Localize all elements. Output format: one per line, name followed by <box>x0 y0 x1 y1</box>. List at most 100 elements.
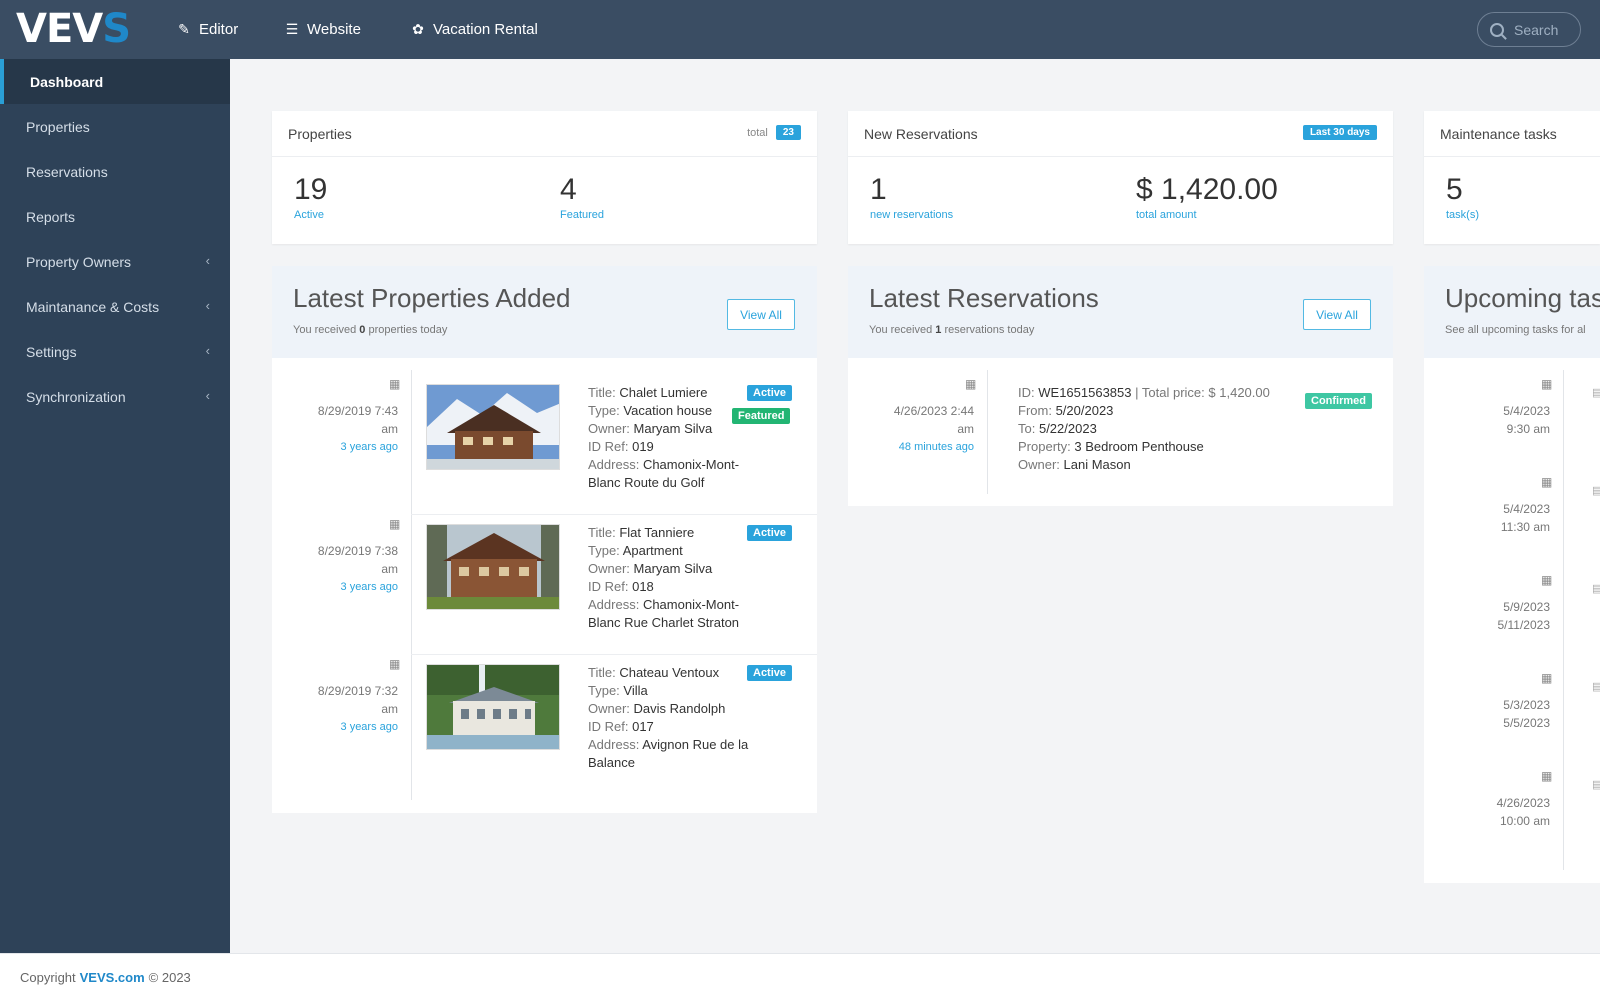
title-label: Title: <box>588 525 616 540</box>
new-reservations-stat[interactable]: 1 new reservations <box>870 173 953 221</box>
property-id: 019 <box>632 439 654 454</box>
sub-prefix: You received <box>869 324 933 336</box>
property-owner: Davis Randolph <box>633 701 726 716</box>
new-reservations-stat-card: New Reservations Last 30 days 1 new rese… <box>848 111 1393 244</box>
task-detail-icon: ▤ <box>1592 485 1600 497</box>
panel-subtitle: You received 0 properties today <box>293 324 447 336</box>
status-badge: Active <box>747 665 793 681</box>
sub-prefix: You received <box>293 324 357 336</box>
copyright-year: © 2023 <box>148 969 191 985</box>
id-label: ID: <box>1018 385 1035 400</box>
list-item[interactable]: ▦ 8/29/2019 7:43 am 3 years ago Title: C… <box>272 358 817 498</box>
total-wrap: total 23 <box>747 125 801 140</box>
list-item[interactable]: ▦ 8/29/2019 7:32 am 3 years ago Title: C… <box>272 638 817 788</box>
maintenance-stat[interactable]: 5 task(s) <box>1446 173 1479 221</box>
calendar-icon: ▦ <box>1541 475 1553 489</box>
sub-count: 0 <box>359 324 366 336</box>
property-title: Chalet Lumiere <box>619 385 708 400</box>
task-date-line2: 11:30 am <box>1500 520 1550 534</box>
property-info: Title: Flat Tanniere Type: Apartment Own… <box>588 524 739 632</box>
sidebar-item-label: Synchronization <box>26 388 126 405</box>
calendar-icon: ▦ <box>1541 573 1553 587</box>
panel-title: Latest Reservations <box>869 283 1099 313</box>
vevs-logo[interactable]: VEVS <box>16 6 131 52</box>
chevron-left-icon: ‹ <box>205 298 210 313</box>
property-id: 018 <box>632 579 654 594</box>
panel-title: Latest Properties Added <box>293 283 571 313</box>
property-type: Villa <box>623 683 648 698</box>
title-label: Title: <box>588 385 616 400</box>
status-badge: Confirmed <box>1305 393 1372 409</box>
list-item[interactable]: ▦ 5/9/2023 5/11/2023 ▤ <box>1424 554 1600 652</box>
task-date-line2: 5/5/2023 <box>1503 716 1550 730</box>
task-detail-icon: ▤ <box>1592 583 1600 595</box>
list-item[interactable]: ▦ 5/4/2023 11:30 am ▤ <box>1424 456 1600 554</box>
list-item[interactable]: ▦ 4/26/2023 10:00 am ▤ <box>1424 750 1600 848</box>
latest-reservations-list: ▦ 4/26/2023 2:44 am 48 minutes ago ID: W… <box>848 358 1393 506</box>
id-label: ID Ref: <box>588 719 629 734</box>
nav-editor[interactable]: ✎ Editor <box>176 0 238 59</box>
maintenance-stat-card: Maintenance tasks 5 task(s) <box>1424 111 1600 244</box>
task-date-line1: 5/4/2023 <box>1503 502 1550 516</box>
sub-count: 1 <box>935 324 942 336</box>
copyright-text: Copyright <box>20 969 76 985</box>
sidebar-item-label: Maintanance & Costs <box>26 298 160 315</box>
list-icon: ☰ <box>285 21 299 37</box>
property-address-line2: Balance <box>588 755 635 770</box>
sidebar-item-dashboard[interactable]: Dashboard <box>0 59 230 104</box>
tasks-count: 5 <box>1446 173 1463 206</box>
calendar-icon: ▦ <box>389 517 401 531</box>
property-thumbnail[interactable] <box>426 384 560 470</box>
property-label: Property: <box>1018 439 1071 454</box>
id-label: ID Ref: <box>588 579 629 594</box>
sidebar-item-reports[interactable]: Reports <box>0 194 230 239</box>
featured-stat[interactable]: 4 Featured <box>560 173 604 221</box>
reservation-property: 3 Bedroom Penthouse <box>1074 439 1204 454</box>
sidebar-item-label: Dashboard <box>30 73 104 90</box>
property-address-line1: Chamonix-Mont- <box>642 457 740 472</box>
time-ago: 3 years ago <box>340 721 398 733</box>
card-title: Maintenance tasks <box>1440 125 1557 142</box>
active-stat[interactable]: 19 Active <box>294 173 327 221</box>
property-thumbnail[interactable] <box>426 664 560 750</box>
list-item[interactable]: ▦ 8/29/2019 7:38 am 3 years ago Title: F… <box>272 498 817 638</box>
from-date: 5/20/2023 <box>1055 403 1114 418</box>
property-owner: Maryam Silva <box>633 421 713 436</box>
view-all-properties-button[interactable]: View All <box>727 299 795 330</box>
total-amount-stat[interactable]: $ 1,420.00 total amount <box>1136 173 1278 221</box>
task-detail-icon: ▤ <box>1592 387 1600 399</box>
list-item[interactable]: ▦ 5/4/2023 9:30 am ▤ <box>1424 358 1600 456</box>
properties-stat-card: Properties total 23 19 Active 4 Featured <box>272 111 817 244</box>
upcoming-tasks-list: ▦ 5/4/2023 9:30 am ▤ ▦ 5/4/2023 11:30 am… <box>1424 358 1600 883</box>
nav-vacation-rental[interactable]: ✿ Vacation Rental <box>410 0 538 59</box>
nav-website[interactable]: ☰ Website <box>284 0 361 59</box>
ampm: am <box>957 422 974 436</box>
pencil-icon: ✎ <box>178 21 190 37</box>
search-input[interactable]: Search <box>1477 12 1581 47</box>
list-item[interactable]: ▦ 5/3/2023 5/5/2023 ▤ <box>1424 652 1600 750</box>
task-date-line1: 5/9/2023 <box>1503 600 1550 614</box>
sidebar-item-reservations[interactable]: Reservations <box>0 149 230 194</box>
property-thumbnail[interactable] <box>426 524 560 610</box>
brand-link[interactable]: VEVS.com <box>80 970 145 985</box>
total-badge: 23 <box>775 125 801 140</box>
task-datetime: 4/26/2023 10:00 am <box>1444 794 1550 830</box>
sidebar-item-maintenance-costs[interactable]: Maintanance & Costs ‹ <box>0 284 230 329</box>
property-info: Title: Chalet Lumiere Type: Vacation hou… <box>588 384 739 492</box>
reservation-id: WE1651563853 <box>1038 385 1132 400</box>
reservations-count-label: new reservations <box>870 209 954 221</box>
view-all-reservations-button[interactable]: View All <box>1303 299 1371 330</box>
featured-label: Featured <box>560 209 605 221</box>
ampm: am <box>381 562 398 576</box>
task-date-line2: 10:00 am <box>1499 814 1550 828</box>
gear-icon: ✿ <box>412 21 424 37</box>
sidebar-item-property-owners[interactable]: Property Owners ‹ <box>0 239 230 284</box>
sidebar-item-properties[interactable]: Properties <box>0 104 230 149</box>
sidebar-item-synchronization[interactable]: Synchronization ‹ <box>0 374 230 419</box>
total-amount: $ 1,420.00 <box>1136 173 1278 206</box>
sidebar-item-settings[interactable]: Settings ‹ <box>0 329 230 374</box>
property-info: Title: Chateau Ventoux Type: Villa Owner… <box>588 664 748 772</box>
list-item[interactable]: ▦ 4/26/2023 2:44 am 48 minutes ago ID: W… <box>848 358 1393 506</box>
calendar-icon: ▦ <box>389 377 401 391</box>
card-title: Properties <box>288 125 352 142</box>
